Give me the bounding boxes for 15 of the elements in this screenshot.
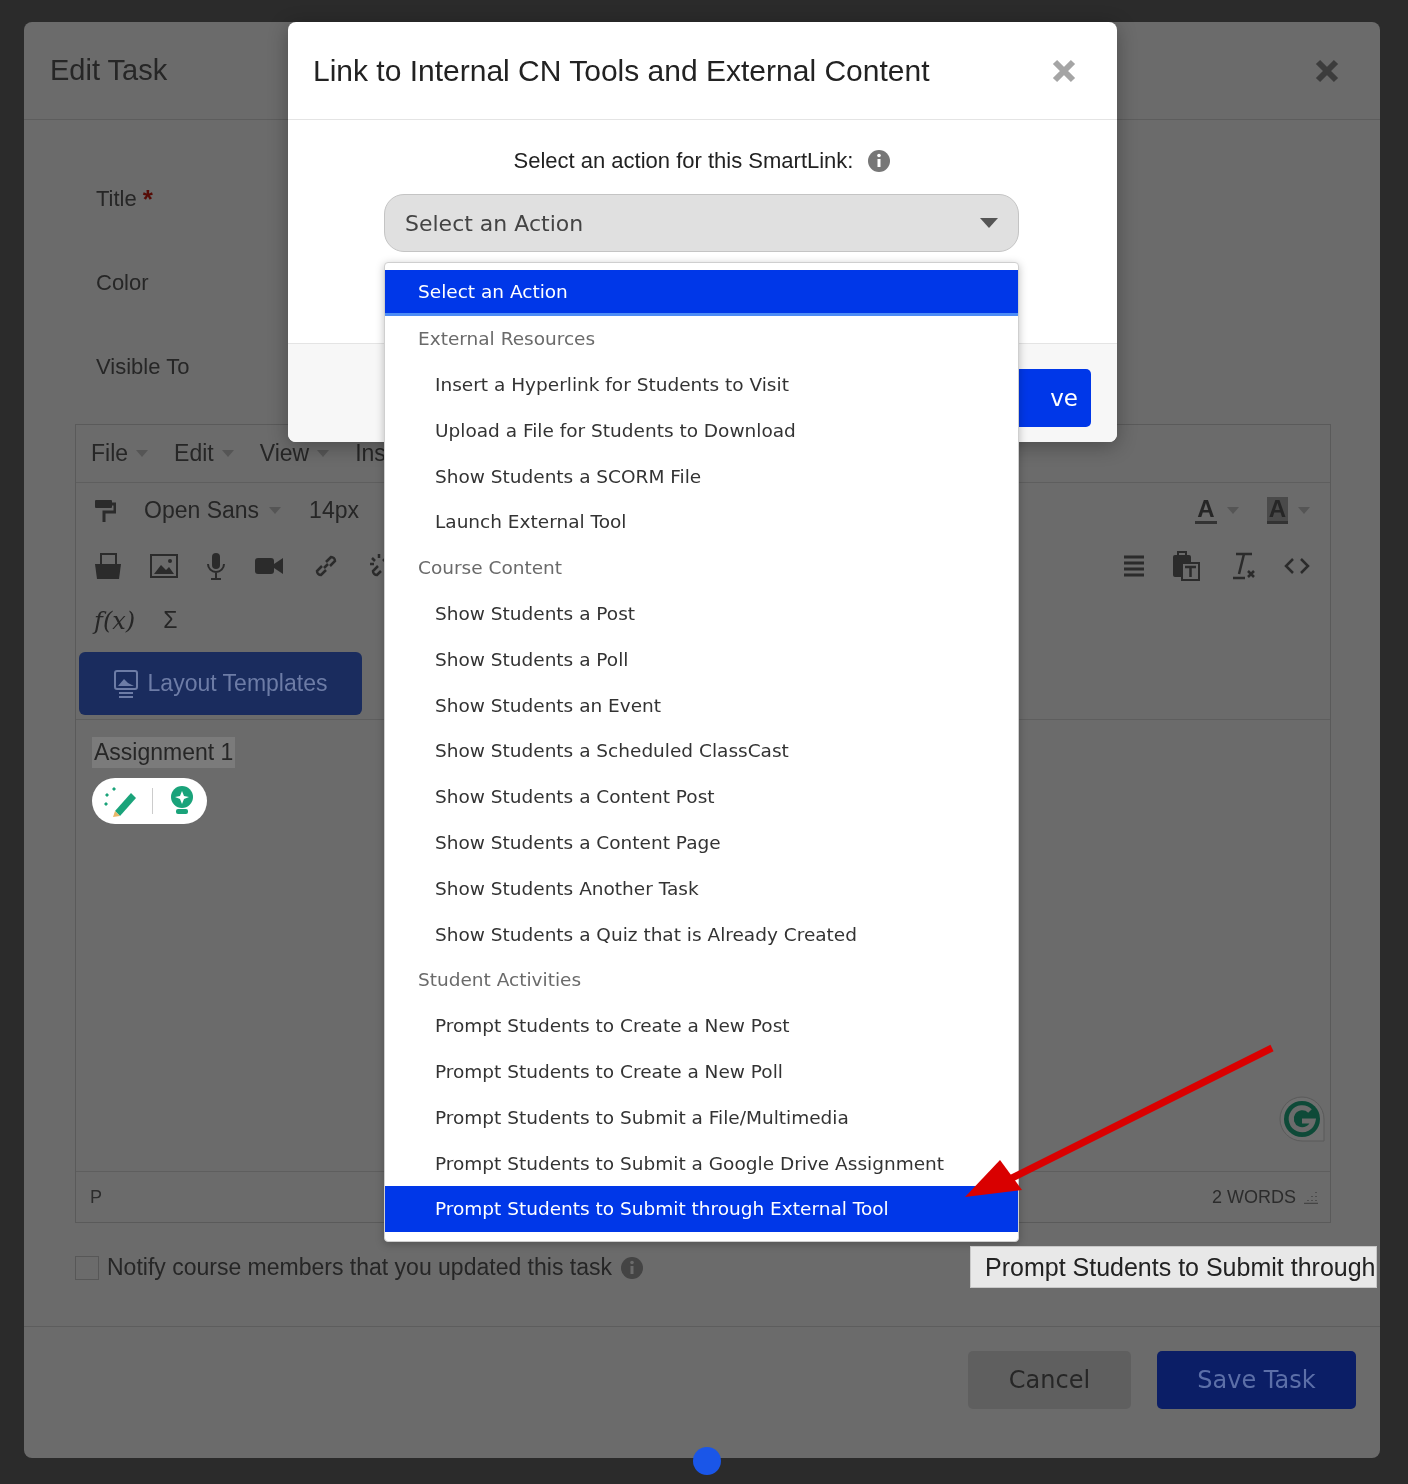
tooltip: Prompt Students to Submit through <box>970 1246 1377 1288</box>
prompt-label: Select an action for this SmartLink: <box>513 148 854 174</box>
required-mark: * <box>142 183 153 215</box>
checkbox-label: Notify course members that you updated this task <box>107 1254 612 1281</box>
modal-title: Edit Task <box>50 54 168 87</box>
field-label: Visible To <box>96 354 190 380</box>
option-group-label: External Resources <box>417 327 597 352</box>
field-label: Color <box>96 270 149 296</box>
word-count: 2 WORDS <box>1212 1186 1296 1208</box>
selected-text: Assignment 1 <box>92 737 236 768</box>
dialog-title: Link to Internal CN Tools and External Content <box>313 53 930 88</box>
option-group-label: Course Content <box>417 556 564 581</box>
option-group-label: Student Activities <box>417 968 583 993</box>
element-path: P <box>90 1186 102 1208</box>
field-label: Title <box>96 186 137 212</box>
